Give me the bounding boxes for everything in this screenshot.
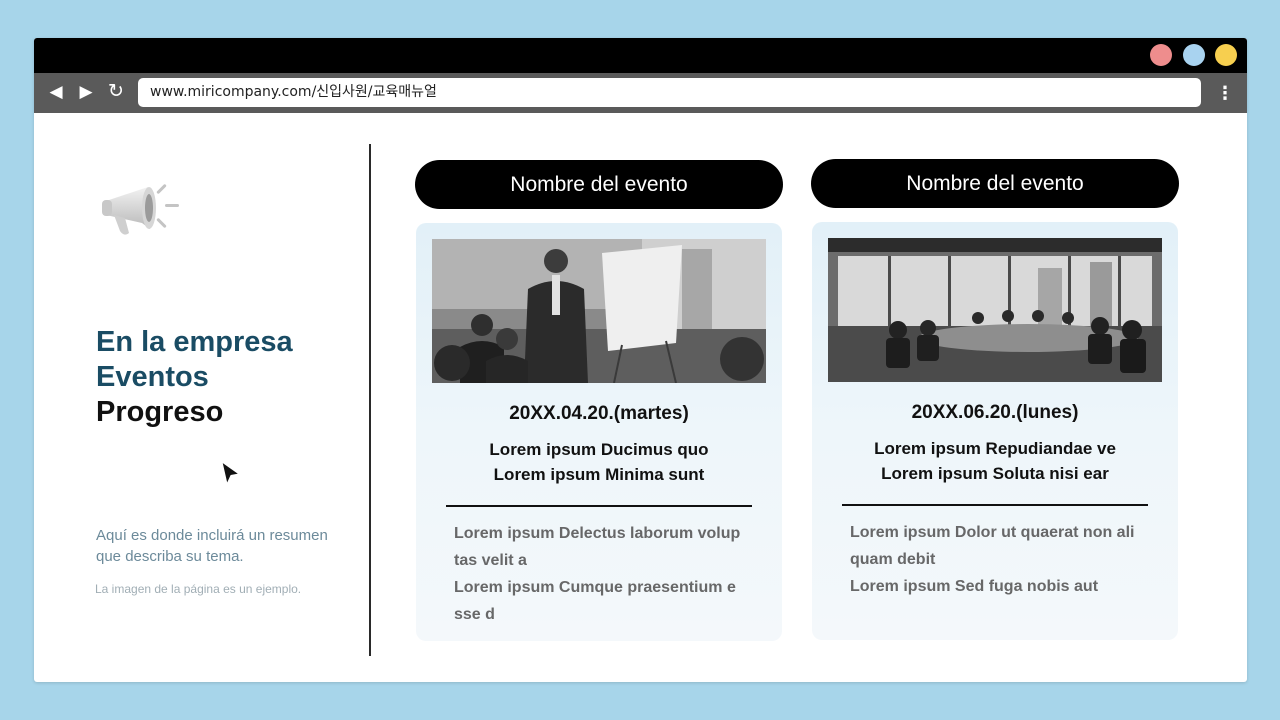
image-note: La imagen de la página es un ejemplo. [95,582,302,596]
event-body-line-3: Lorem ipsum Sed fuga nobis aut [850,578,1099,595]
event-body-line-4: sse d [454,606,495,623]
page-heading: En la empresa Eventos Progreso [96,325,293,430]
event-title-line-1: Lorem ipsum Ducimus quo [489,440,709,459]
maximize-window-button[interactable] [1215,44,1237,66]
summary-text: Aquí es donde incluirá un resumen que de… [96,527,328,565]
forward-arrow-icon[interactable]: ▶ [73,79,99,105]
event-body-line-3: Lorem ipsum Cumque praesentium e [454,579,736,596]
title-bar [34,38,1247,73]
event-date: 20XX.06.20.(lunes) [911,402,1079,423]
mouse-cursor-icon [221,460,241,486]
minimize-window-button[interactable] [1183,44,1205,66]
event-body-line-1: Lorem ipsum Dolor ut quaerat non ali [850,524,1135,541]
navigation-bar: ◀ ▶ ↻ www.miricompany.com/신입사원/교육매뉴얼 ⋮ [34,73,1247,113]
reload-icon[interactable]: ↻ [103,79,129,105]
event-title-line-2: Lorem ipsum Minima sunt [493,465,705,484]
close-window-button[interactable] [1150,44,1172,66]
event-title-line-2: Lorem ipsum Soluta nisi ear [881,464,1109,483]
event-body-line-2: quam debit [850,551,936,568]
event-title-line-1: Lorem ipsum Repudiandae ve [874,439,1116,458]
event-card-1: 20XX.04.20.(martes) Lorem ipsum Ducimus … [416,223,782,641]
card-divider [446,505,752,507]
event-body-line-2: tas velit a [454,552,527,569]
event-name-pill-2: Nombre del evento [811,159,1179,208]
event-name-pill-1: Nombre del evento [415,160,783,209]
event-date: 20XX.04.20.(martes) [509,403,689,424]
heading-line-2: Eventos [96,361,209,393]
back-arrow-icon[interactable]: ◀ [43,79,69,105]
card-divider [842,504,1148,506]
address-bar[interactable]: www.miricompany.com/신입사원/교육매뉴얼 [138,78,1201,107]
meeting-room-photo [828,238,1162,382]
page-content: En la empresa Eventos Progreso Aquí es d… [34,113,1247,682]
presenter-photo [432,239,766,383]
megaphone-icon [102,184,179,235]
event-body-line-1: Lorem ipsum Delectus laborum volup [454,525,741,542]
kebab-menu-icon[interactable]: ⋮ [1214,80,1236,106]
event-card-2: 20XX.06.20.(lunes) Lorem ipsum Repudiand… [812,222,1178,640]
heading-line-3: Progreso [96,396,224,428]
vertical-divider [369,144,371,656]
browser-window: ◀ ▶ ↻ www.miricompany.com/신입사원/교육매뉴얼 ⋮ E [34,38,1247,682]
heading-line-1: En la empresa [96,326,293,358]
